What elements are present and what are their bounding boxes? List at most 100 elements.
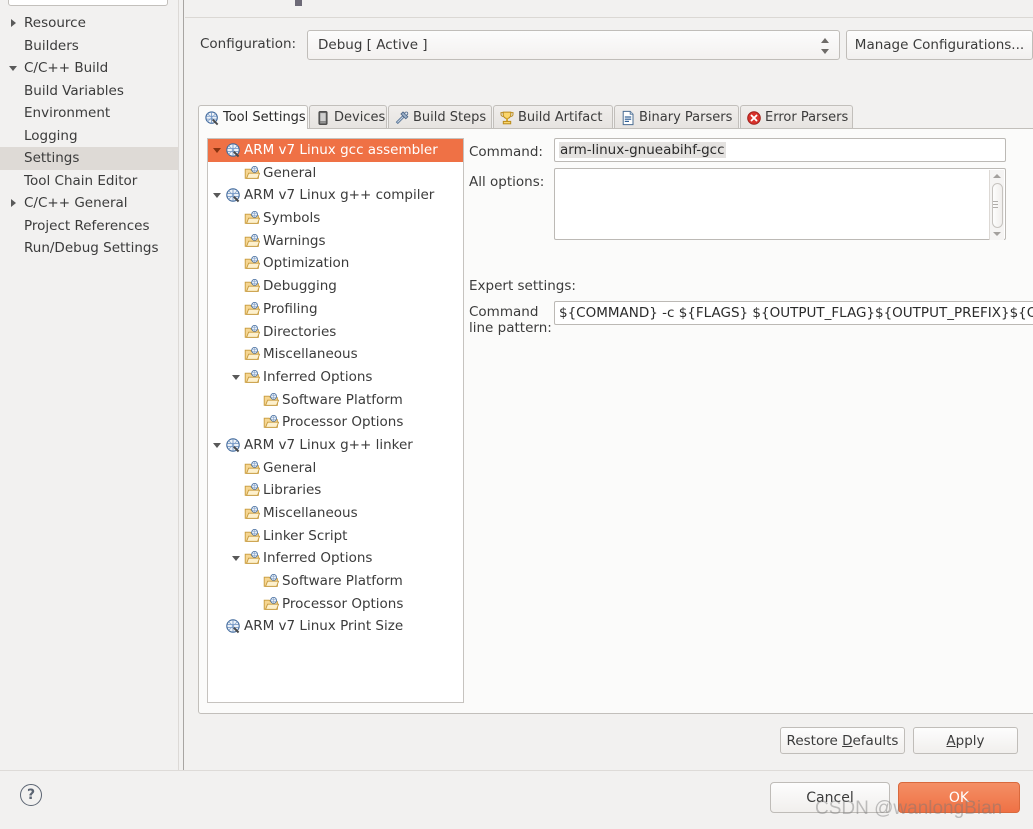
chevron-down-icon[interactable] bbox=[229, 366, 242, 389]
command-label: Command: bbox=[469, 144, 543, 160]
sidebar-item-label: Build Variables bbox=[24, 82, 124, 99]
tree-item[interactable]: Profiling bbox=[208, 298, 463, 321]
tree-item[interactable]: General bbox=[208, 457, 463, 480]
sidebar-item-run-debug-settings[interactable]: Run/Debug Settings bbox=[0, 237, 178, 260]
sidebar-item-build-variables[interactable]: Build Variables bbox=[0, 80, 178, 103]
devices-icon bbox=[315, 110, 331, 126]
chevron-down-icon[interactable] bbox=[229, 547, 242, 570]
tree-item[interactable]: ARM v7 Linux g++ compiler bbox=[208, 184, 463, 207]
sidebar-item-settings[interactable]: Settings bbox=[0, 147, 178, 170]
folder-icon bbox=[244, 165, 261, 182]
tree-item-label: Miscellaneous bbox=[263, 505, 358, 521]
tree-item[interactable]: Debugging bbox=[208, 275, 463, 298]
sidebar-item-tool-chain-editor[interactable]: Tool Chain Editor bbox=[0, 170, 178, 193]
command-value: arm-linux-gnueabihf-gcc bbox=[559, 142, 726, 158]
tree-item[interactable]: Directories bbox=[208, 321, 463, 344]
header-divider bbox=[185, 17, 1033, 18]
sidebar-item-label: Builders bbox=[24, 37, 79, 54]
tree-item[interactable]: Warnings bbox=[208, 230, 463, 253]
sidebar-item-c-c-build[interactable]: C/C++ Build bbox=[0, 57, 178, 80]
tree-item-label: ARM v7 Linux g++ compiler bbox=[244, 187, 435, 204]
tree-item[interactable]: Symbols bbox=[208, 207, 463, 230]
tab-binary-parsers[interactable]: Binary Parsers bbox=[614, 105, 739, 129]
settings-tab-bar: Tool Settings Devices Build Steps Build Art… bbox=[198, 105, 1033, 129]
all-options-scrollbar[interactable] bbox=[989, 170, 1004, 240]
sidebar-item-label: Settings bbox=[24, 150, 80, 166]
tab-tool-settings[interactable]: Tool Settings bbox=[198, 105, 308, 129]
restore-defaults-button[interactable]: Restore Defaults bbox=[780, 727, 905, 754]
configuration-select[interactable]: Debug [ Active ] bbox=[307, 30, 840, 60]
tree-item[interactable]: Software Platform bbox=[208, 389, 463, 412]
tab-error-parsers[interactable]: Error Parsers bbox=[740, 105, 853, 129]
tree-item-label: Inferred Options bbox=[263, 550, 373, 567]
chevron-right-icon[interactable] bbox=[6, 12, 20, 35]
tree-item-label: Software Platform bbox=[282, 573, 403, 590]
tree-item[interactable]: Libraries bbox=[208, 479, 463, 502]
chevron-down-icon[interactable] bbox=[6, 57, 20, 80]
tool-icon bbox=[225, 437, 242, 454]
tree-item[interactable]: Processor Options bbox=[208, 411, 463, 434]
command-input[interactable]: arm-linux-gnueabihf-gcc bbox=[554, 138, 1006, 162]
tree-item-label: ARM v7 Linux Print Size bbox=[244, 618, 404, 635]
scrollbar-grip-icon bbox=[993, 201, 998, 208]
folder-icon bbox=[244, 550, 261, 567]
tree-item[interactable]: General bbox=[208, 162, 463, 185]
chevron-down-icon[interactable] bbox=[210, 434, 223, 457]
command-line-pattern-input[interactable]: ${COMMAND} -c ${FLAGS} ${OUTPUT_FLAG}${O… bbox=[554, 301, 1033, 325]
apply-label: Apply bbox=[946, 732, 985, 749]
cancel-button[interactable]: Cancel bbox=[770, 782, 890, 813]
tree-item-label: Processor Options bbox=[282, 595, 404, 612]
tree-item-label: Debugging bbox=[263, 278, 337, 295]
ok-button[interactable]: OK bbox=[898, 782, 1020, 813]
all-options-textarea[interactable] bbox=[554, 168, 1006, 240]
tree-item[interactable]: Inferred Options bbox=[208, 547, 463, 570]
tool-tree[interactable]: ARM v7 Linux gcc assembler General ARM v7 … bbox=[207, 138, 464, 703]
sidebar-item-label: Logging bbox=[24, 127, 78, 144]
tree-item-label: Miscellaneous bbox=[263, 346, 358, 363]
tree-item[interactable]: ARM v7 Linux g++ linker bbox=[208, 434, 463, 457]
sidebar-item-label: C/C++ General bbox=[24, 195, 128, 211]
tree-item[interactable]: Linker Script bbox=[208, 525, 463, 548]
tab-devices[interactable]: Devices bbox=[309, 105, 387, 129]
apply-button[interactable]: Apply bbox=[913, 727, 1018, 754]
sidebar-item-logging[interactable]: Logging bbox=[0, 125, 178, 148]
tree-item-label: Software Platform bbox=[282, 391, 403, 408]
tool-icon bbox=[225, 142, 242, 159]
sidebar-sash[interactable] bbox=[178, 0, 184, 770]
preferences-sidebar: Resource Builders C/C++ Build Build Variabl… bbox=[0, 0, 178, 770]
search-input[interactable] bbox=[8, 0, 168, 6]
configuration-selected-value: Debug [ Active ] bbox=[318, 37, 428, 53]
manage-configurations-button[interactable]: Manage Configurations... bbox=[846, 30, 1033, 60]
tree-item[interactable]: ARM v7 Linux gcc assembler bbox=[208, 139, 463, 162]
tree-item[interactable]: Inferred Options bbox=[208, 366, 463, 389]
tree-item[interactable]: ARM v7 Linux Print Size bbox=[208, 615, 463, 638]
tree-item[interactable]: Miscellaneous bbox=[208, 343, 463, 366]
tab-label: Tool Settings bbox=[223, 110, 306, 125]
tab-build-artifact[interactable]: Build Artifact bbox=[493, 105, 613, 129]
tree-item-label: Libraries bbox=[263, 482, 322, 499]
sidebar-item-label: Tool Chain Editor bbox=[24, 172, 138, 189]
help-icon[interactable]: ? bbox=[20, 784, 42, 806]
tree-item[interactable]: Software Platform bbox=[208, 570, 463, 593]
folder-icon bbox=[263, 573, 280, 590]
tree-item[interactable]: Optimization bbox=[208, 252, 463, 275]
chevron-down-icon[interactable] bbox=[210, 139, 223, 162]
settings-dialog: Resource Builders C/C++ Build Build Variabl… bbox=[0, 0, 1033, 829]
tab-build-steps[interactable]: Build Steps bbox=[388, 105, 492, 129]
tree-item[interactable]: Miscellaneous bbox=[208, 502, 463, 525]
sidebar-item-project-references[interactable]: Project References bbox=[0, 215, 178, 238]
scroll-down-arrow-icon bbox=[993, 232, 1001, 236]
error-parsers-icon bbox=[746, 110, 762, 126]
tree-item[interactable]: Processor Options bbox=[208, 593, 463, 616]
sidebar-item-environment[interactable]: Environment bbox=[0, 102, 178, 125]
chevron-down-icon[interactable] bbox=[210, 184, 223, 207]
sidebar-item-c-c-general[interactable]: C/C++ General bbox=[0, 192, 178, 215]
chevron-right-icon[interactable] bbox=[6, 192, 20, 215]
tool-settings-icon bbox=[204, 110, 220, 126]
tree-item-label: General bbox=[263, 459, 317, 476]
folder-icon bbox=[263, 392, 280, 409]
tree-item-label: ARM v7 Linux g++ linker bbox=[244, 436, 413, 453]
sidebar-item-resource[interactable]: Resource bbox=[0, 12, 178, 35]
tree-item-label: Profiling bbox=[263, 300, 318, 317]
sidebar-item-builders[interactable]: Builders bbox=[0, 35, 178, 58]
